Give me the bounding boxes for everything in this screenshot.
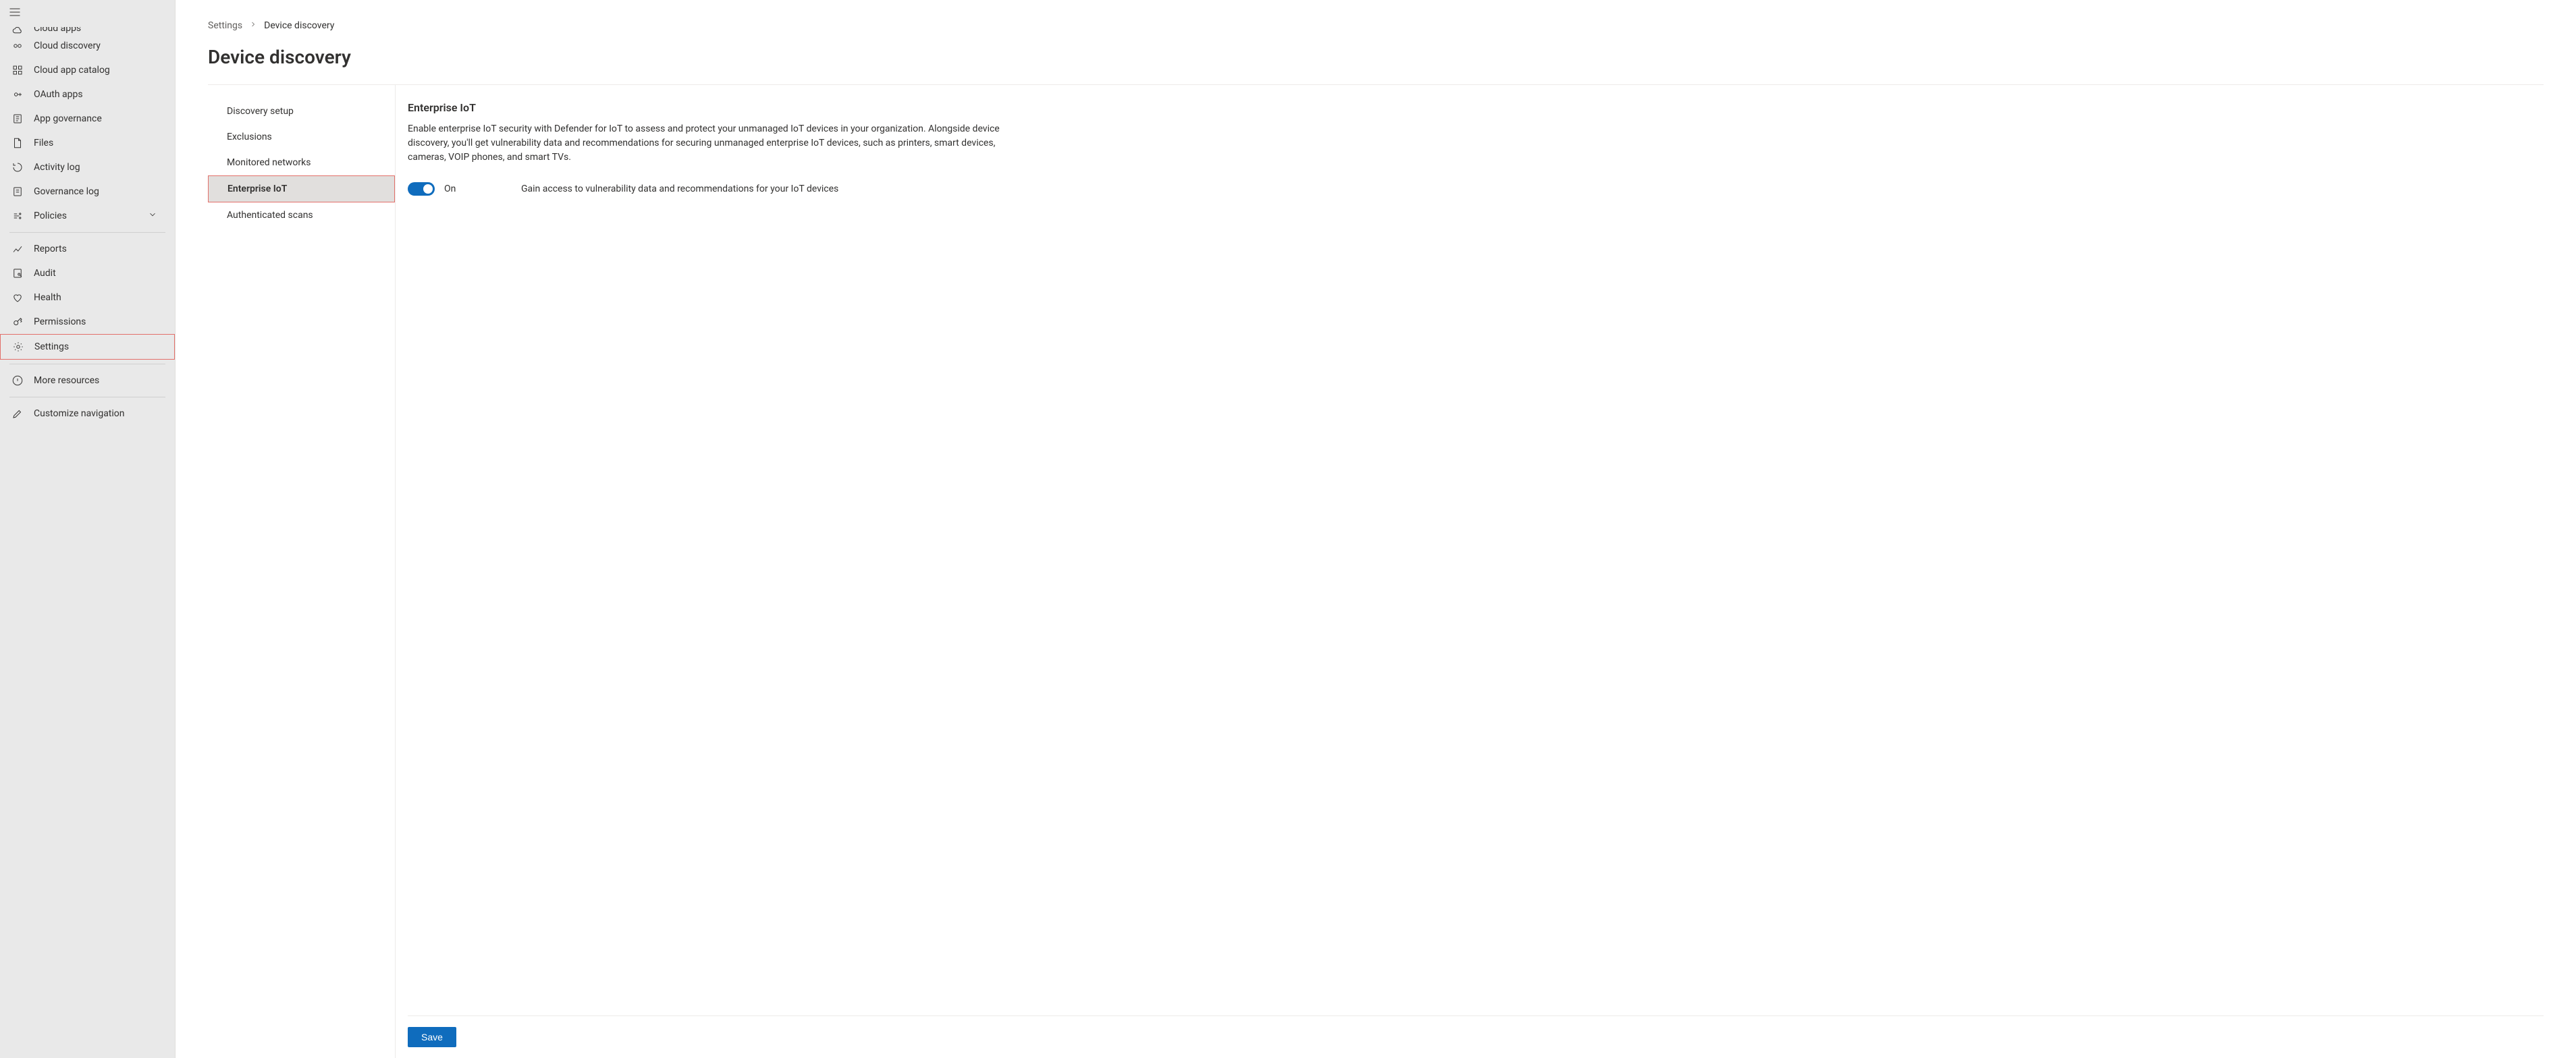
sidebar-item-health[interactable]: Health xyxy=(0,285,175,310)
sidebar-item-governance-log[interactable]: Governance log xyxy=(0,179,175,204)
sidebar-item-label: OAuth apps xyxy=(34,89,83,100)
sidebar-item-more-resources[interactable]: More resources xyxy=(0,368,175,393)
sidebar-item-label: Customize navigation xyxy=(34,408,125,419)
subnav-item-discovery-setup[interactable]: Discovery setup xyxy=(208,99,395,124)
enterprise-iot-toggle[interactable] xyxy=(408,182,435,196)
breadcrumb-current: Device discovery xyxy=(264,20,334,31)
settings-subnav: Discovery setupExclusionsMonitored netwo… xyxy=(208,85,396,1058)
oauth-apps-icon xyxy=(11,88,24,101)
sidebar-item-settings[interactable]: Settings xyxy=(1,335,174,359)
sidebar-item-label: Files xyxy=(34,138,53,148)
governance-log-icon xyxy=(11,185,24,198)
sidebar-item-label: Cloud apps xyxy=(34,27,81,34)
sidebar-item-label: Permissions xyxy=(34,316,86,327)
sidebar-item-label: Audit xyxy=(34,268,56,279)
sidebar-item-customize-navigation[interactable]: Customize navigation xyxy=(0,401,175,426)
sidebar-item-policies[interactable]: Policies xyxy=(0,204,175,228)
app-governance-icon xyxy=(11,112,24,126)
nav-divider xyxy=(9,232,165,233)
breadcrumb: Settings Device discovery xyxy=(176,0,2576,39)
highlight-enterprise-iot: Enterprise IoT xyxy=(208,175,395,202)
highlight-settings: Settings xyxy=(0,334,175,360)
activity-log-icon xyxy=(11,161,24,174)
sidebar-item-cloud-apps[interactable]: Cloud apps xyxy=(0,27,175,34)
hamburger-menu[interactable] xyxy=(0,0,175,27)
hamburger-icon xyxy=(8,5,22,19)
pane-footer: Save xyxy=(408,1015,2544,1058)
main-content: Settings Device discovery Device discove… xyxy=(176,0,2576,1058)
pane-heading: Enterprise IoT xyxy=(408,101,2544,114)
policies-icon xyxy=(11,209,24,223)
page-title: Device discovery xyxy=(176,39,2576,84)
pane-description: Enable enterprise IoT security with Defe… xyxy=(408,122,1036,165)
cloud-apps-icon xyxy=(11,27,24,34)
sidebar-item-permissions[interactable]: Permissions xyxy=(0,310,175,334)
settings-icon xyxy=(11,340,25,354)
sidebar: Cloud apps Cloud discovery Cloud app catal… xyxy=(0,0,176,1058)
sidebar-item-activity-log[interactable]: Activity log xyxy=(0,155,175,179)
more-resources-icon xyxy=(11,374,24,387)
sidebar-item-files[interactable]: Files xyxy=(0,131,175,155)
cloud-app-catalog-icon xyxy=(11,63,24,77)
sidebar-item-label: App governance xyxy=(34,113,102,124)
sidebar-item-label: Health xyxy=(34,292,61,303)
subnav-item-enterprise-iot[interactable]: Enterprise IoT xyxy=(209,176,394,202)
sidebar-item-label: Activity log xyxy=(34,162,80,173)
sidebar-item-reports[interactable]: Reports xyxy=(0,237,175,261)
health-icon xyxy=(11,291,24,304)
cloud-discovery-icon xyxy=(11,39,24,53)
subnav-item-monitored-networks[interactable]: Monitored networks xyxy=(208,150,395,175)
sidebar-item-label: Settings xyxy=(34,341,69,352)
sidebar-item-audit[interactable]: Audit xyxy=(0,261,175,285)
chevron-down-icon xyxy=(148,210,157,222)
save-button[interactable]: Save xyxy=(408,1027,456,1047)
files-icon xyxy=(11,136,24,150)
toggle-row: On Gain access to vulnerability data and… xyxy=(408,182,2544,196)
customize-navigation-icon xyxy=(11,407,24,420)
toggle-help-text: Gain access to vulnerability data and re… xyxy=(521,184,838,194)
breadcrumb-settings[interactable]: Settings xyxy=(208,20,242,31)
reports-icon xyxy=(11,242,24,256)
enterprise-iot-pane: Enterprise IoT Enable enterprise IoT sec… xyxy=(396,85,2544,1058)
permissions-icon xyxy=(11,315,24,329)
sidebar-item-cloud-discovery[interactable]: Cloud discovery xyxy=(0,34,175,58)
sidebar-item-label: Cloud discovery xyxy=(34,40,101,51)
sidebar-item-label: Reports xyxy=(34,244,67,254)
sidebar-item-app-governance[interactable]: App governance xyxy=(0,107,175,131)
sidebar-item-cloud-app-catalog[interactable]: Cloud app catalog xyxy=(0,58,175,82)
sidebar-item-label: Policies xyxy=(34,211,67,221)
audit-icon xyxy=(11,267,24,280)
subnav-item-exclusions[interactable]: Exclusions xyxy=(208,124,395,150)
sidebar-item-label: Governance log xyxy=(34,186,99,197)
sidebar-item-oauth-apps[interactable]: OAuth apps xyxy=(0,82,175,107)
sidebar-item-label: Cloud app catalog xyxy=(34,65,110,76)
subnav-item-authenticated-scans[interactable]: Authenticated scans xyxy=(208,202,395,228)
toggle-state-label: On xyxy=(444,184,485,194)
chevron-right-icon xyxy=(249,20,257,31)
sidebar-item-label: More resources xyxy=(34,375,99,386)
